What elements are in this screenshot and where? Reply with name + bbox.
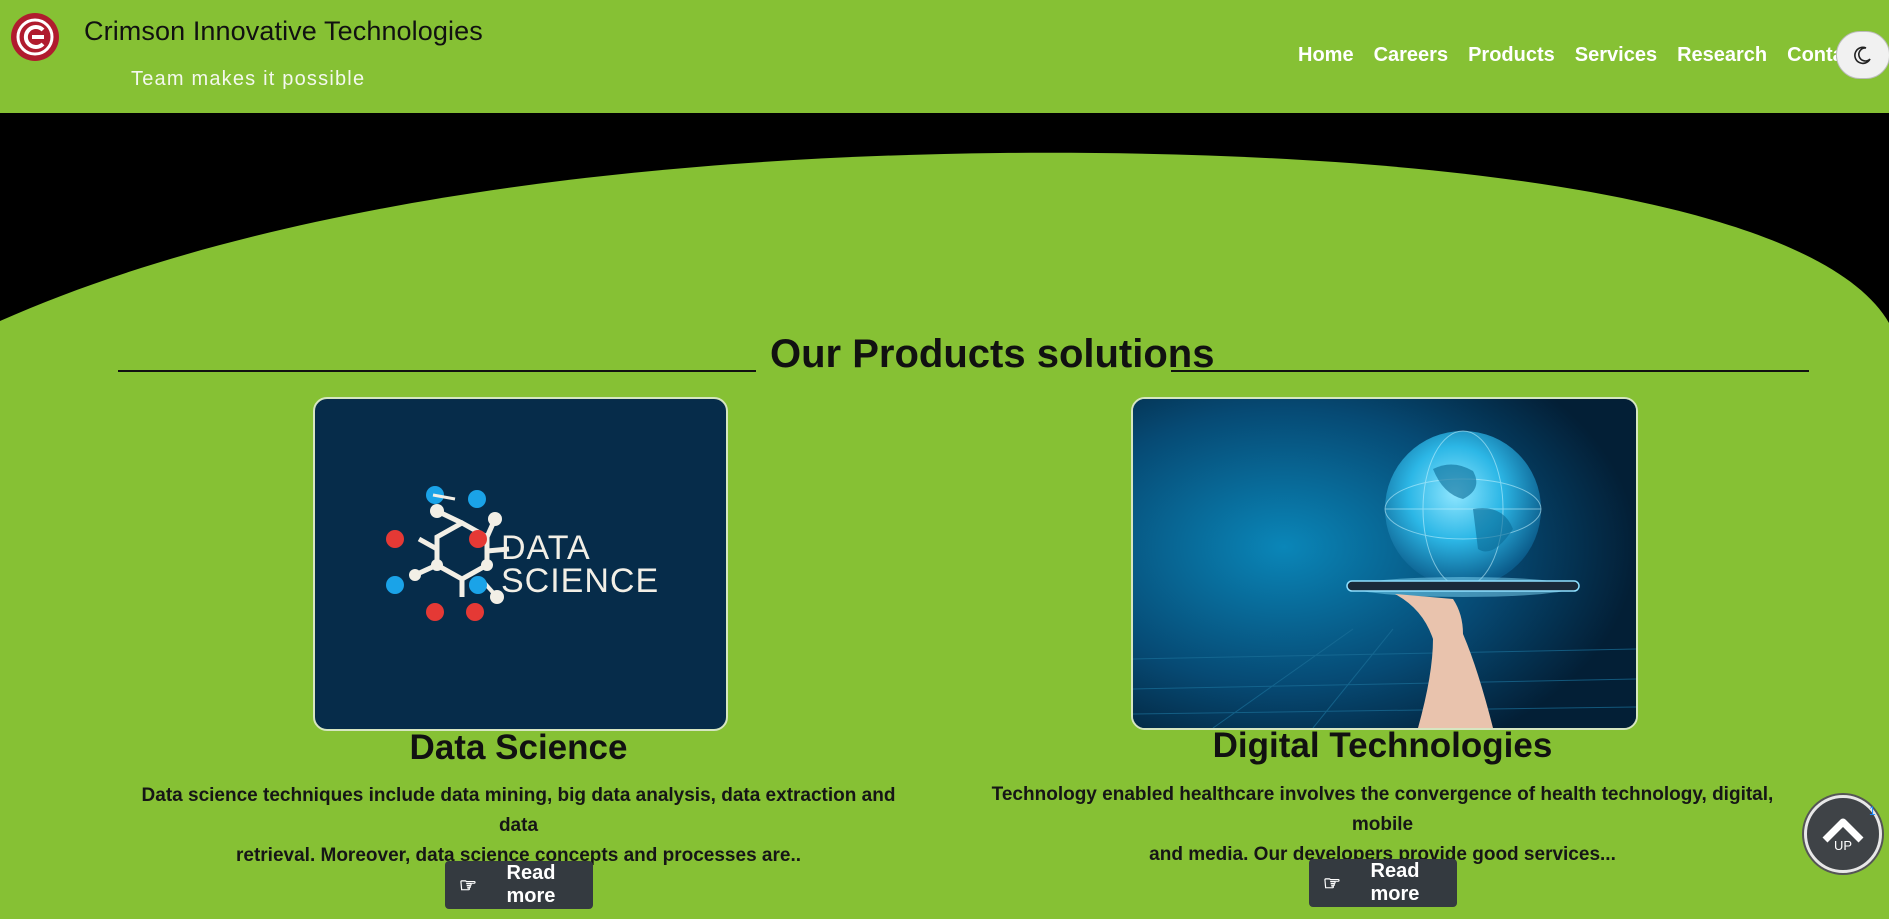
notification-badge: 1 bbox=[1869, 804, 1876, 818]
read-more-label: Read more bbox=[1370, 860, 1420, 905]
globe-hand-illustration-icon bbox=[1133, 399, 1636, 728]
section-title: Our Products solutions bbox=[770, 332, 1215, 376]
hero-wave-divider bbox=[0, 113, 1889, 323]
scroll-to-top-button[interactable]: UP 1 bbox=[1804, 795, 1882, 873]
nav-research[interactable]: Research bbox=[1667, 42, 1777, 68]
moon-icon bbox=[1854, 46, 1871, 65]
product-description-digital-technologies: Technology enabled healthcare involves t… bbox=[980, 780, 1785, 870]
product-title-data-science: Data Science bbox=[409, 728, 628, 767]
theme-toggle-button[interactable] bbox=[1836, 31, 1889, 79]
nav-careers[interactable]: Careers bbox=[1364, 42, 1459, 68]
main-nav: Home Careers Products Services Research … bbox=[1288, 42, 1889, 68]
nav-services[interactable]: Services bbox=[1565, 42, 1667, 68]
hand-pointer-icon: ☞ bbox=[1323, 872, 1341, 895]
brand-title[interactable]: Crimson Innovative Technologies bbox=[84, 16, 483, 47]
data-science-logo-text-2: SCIENCE bbox=[501, 562, 660, 600]
site-header: Crimson Innovative Technologies Team mak… bbox=[0, 0, 1889, 113]
section-header: Our Products solutions bbox=[118, 330, 1809, 386]
title-rule-right bbox=[1171, 370, 1809, 372]
nav-products[interactable]: Products bbox=[1458, 42, 1565, 68]
read-more-label: Read more bbox=[506, 862, 556, 907]
scroll-to-top-label: UP bbox=[1833, 837, 1853, 853]
digital-technologies-image bbox=[1131, 397, 1638, 730]
brand-logo[interactable] bbox=[10, 12, 60, 62]
product-title-digital-technologies: Digital Technologies bbox=[1212, 726, 1553, 765]
product-description-line: Technology enabled healthcare involves t… bbox=[991, 784, 1774, 835]
title-rule-left bbox=[118, 370, 756, 372]
hand-pointer-icon: ☞ bbox=[459, 874, 477, 897]
product-description-data-science: Data science techniques include data min… bbox=[130, 781, 907, 871]
brand-tagline: Team makes it possible bbox=[131, 68, 366, 90]
read-more-data-science-button[interactable]: ☞ Read more bbox=[445, 861, 593, 909]
data-science-image: DATA SCIENCE bbox=[313, 397, 728, 731]
product-description-line: Data science techniques include data min… bbox=[141, 785, 896, 836]
read-more-digital-technologies-button[interactable]: ☞ Read more bbox=[1309, 859, 1457, 907]
nav-home[interactable]: Home bbox=[1288, 42, 1364, 68]
